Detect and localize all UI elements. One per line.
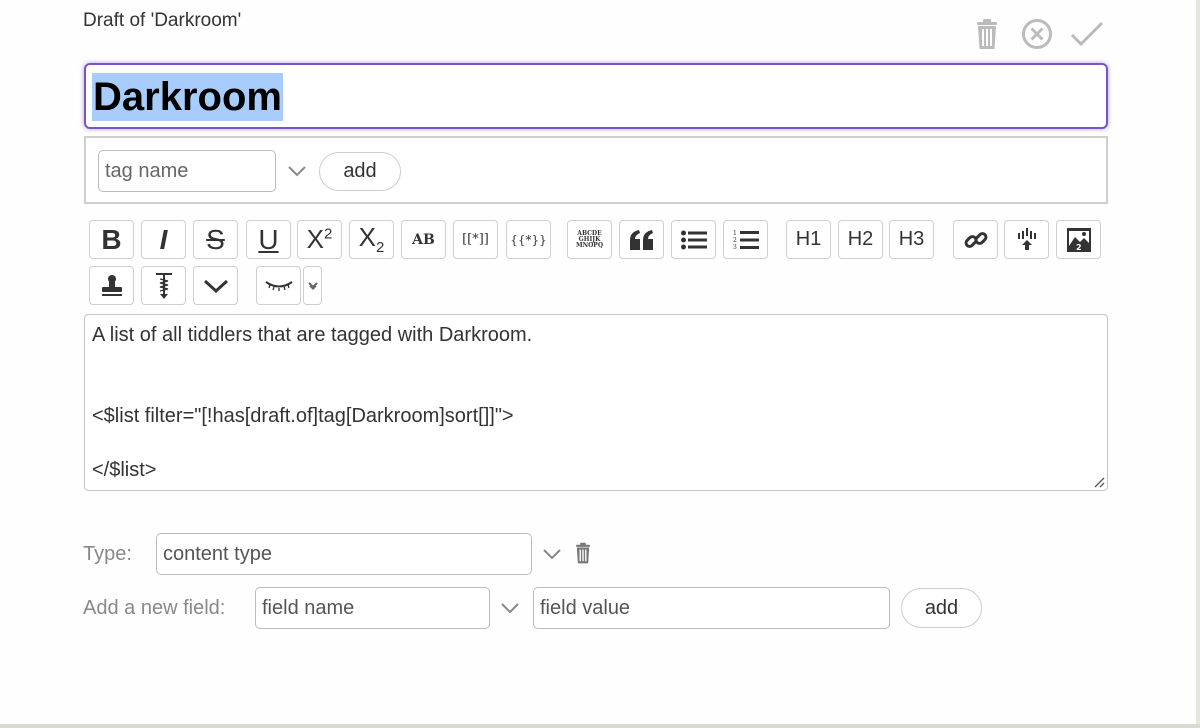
close-circle-icon [1022,19,1052,49]
checkmark-icon [1070,21,1104,47]
tag-dropdown-button[interactable] [286,160,308,182]
eye-closed-icon [264,280,293,291]
heading-1-icon: H1 [795,228,822,250]
svg-text:2: 2 [733,237,737,244]
bullet-list-icon [680,230,707,249]
body-line: A list of all tiddlers that are tagged w… [92,324,533,346]
add-field-button[interactable]: add [901,588,982,628]
stamp-button[interactable] [89,266,134,305]
subscript-button[interactable]: X2 [349,220,394,259]
picture-icon: 2 [1066,227,1091,252]
trash-icon [576,542,590,564]
chevron-down-icon [543,549,561,560]
type-dropdown-button[interactable] [541,544,563,566]
underline-icon: U [258,223,279,255]
type-label: Type: [83,543,132,565]
heading-3-icon: H3 [898,228,925,250]
body-textarea[interactable]: A list of all tiddlers that are tagged w… [84,314,1108,491]
transclude-icon: [[*]] [462,232,489,247]
smallcaps-button[interactable]: AB [401,220,446,259]
superscript-icon: X2 [307,224,333,255]
bullet-list-button[interactable] [671,220,716,259]
quote-icon [629,229,653,250]
add-tag-button[interactable]: add [319,152,401,191]
title-selected-text: Darkroom [92,73,283,121]
done-button[interactable] [1068,16,1106,52]
tag-name-input[interactable]: tag name [98,150,276,192]
heading-2-icon: H2 [847,228,874,250]
field-name-input[interactable]: field name [255,587,490,629]
small-chevron-down-icon [307,281,318,290]
delete-button[interactable] [968,16,1006,52]
svg-text:1: 1 [733,230,737,237]
body-line [92,430,1100,457]
more-button[interactable] [193,266,238,305]
macro-icon: {{*}} [510,232,547,247]
heading-2-button[interactable]: H2 [838,220,883,259]
body-line [92,376,1100,403]
window-frame-right [1196,0,1200,728]
macro-button[interactable]: {{*}} [506,220,551,259]
monospace-block-icon: ABCDE GHIJK MNOPQ [575,229,604,249]
content-type-input[interactable]: content type [156,533,532,575]
link-button[interactable] [953,220,998,259]
field-value-input[interactable]: field value [533,587,890,629]
superscript-button[interactable]: X2 [297,220,342,259]
chevron-down-icon [203,279,228,293]
chevron-down-icon [501,603,519,614]
strikethrough-icon: S [206,223,225,255]
svg-text:2: 2 [1076,243,1082,252]
heading-1-button[interactable]: H1 [786,220,831,259]
draft-title: Draft of 'Darkroom' [83,10,242,31]
preview-type-button[interactable] [303,266,322,305]
body-line [92,349,1100,376]
superscript-base: X [306,224,324,254]
body-line: <$list filter="[!has[draft.of]tag[Darkro… [92,405,514,427]
subscript-index: 2 [376,239,385,257]
stamp-icon [101,274,122,296]
preview-button[interactable] [256,266,301,305]
window-frame-bottom [0,724,1200,728]
resize-handle[interactable] [1093,476,1105,488]
svg-text:3: 3 [733,244,737,251]
italic-button[interactable]: I [141,220,186,259]
subscript-base: X [358,222,376,253]
bold-button[interactable]: B [89,220,134,259]
monospace-block-button[interactable]: ABCDE GHIJK MNOPQ [567,220,612,259]
size-button[interactable] [141,266,186,305]
field-name-dropdown-button[interactable] [499,598,521,620]
strikethrough-button[interactable]: S [193,220,238,259]
numbered-list-icon: 1 2 3 [733,230,759,251]
chevron-down-icon [288,166,306,177]
bold-icon: B [101,223,122,255]
picture-button[interactable]: 2 [1056,220,1101,259]
numbered-list-button[interactable]: 1 2 3 [723,220,768,259]
heading-3-button[interactable]: H3 [889,220,934,259]
smallcaps-icon: AB [412,231,435,248]
new-field-label: Add a new field: [83,597,226,619]
link-icon [964,231,987,248]
excise-icon [1017,227,1036,250]
title-input[interactable]: Darkroom [84,63,1108,129]
italic-icon: I [159,223,168,255]
tiddler-actions [968,16,1106,52]
tags-editor: tag name add [84,136,1108,204]
quote-button[interactable] [619,220,664,259]
trash-icon [977,19,997,49]
delete-type-button[interactable] [574,542,594,564]
underline-button[interactable]: U [246,220,291,259]
excise-button[interactable] [1004,220,1049,259]
subscript-icon: X2 [359,222,385,256]
size-icon [155,272,172,299]
cancel-button[interactable] [1018,16,1056,52]
transclude-button[interactable]: [[*]] [453,220,498,259]
superscript-exponent: 2 [324,225,333,243]
body-line: </$list> [92,459,157,481]
